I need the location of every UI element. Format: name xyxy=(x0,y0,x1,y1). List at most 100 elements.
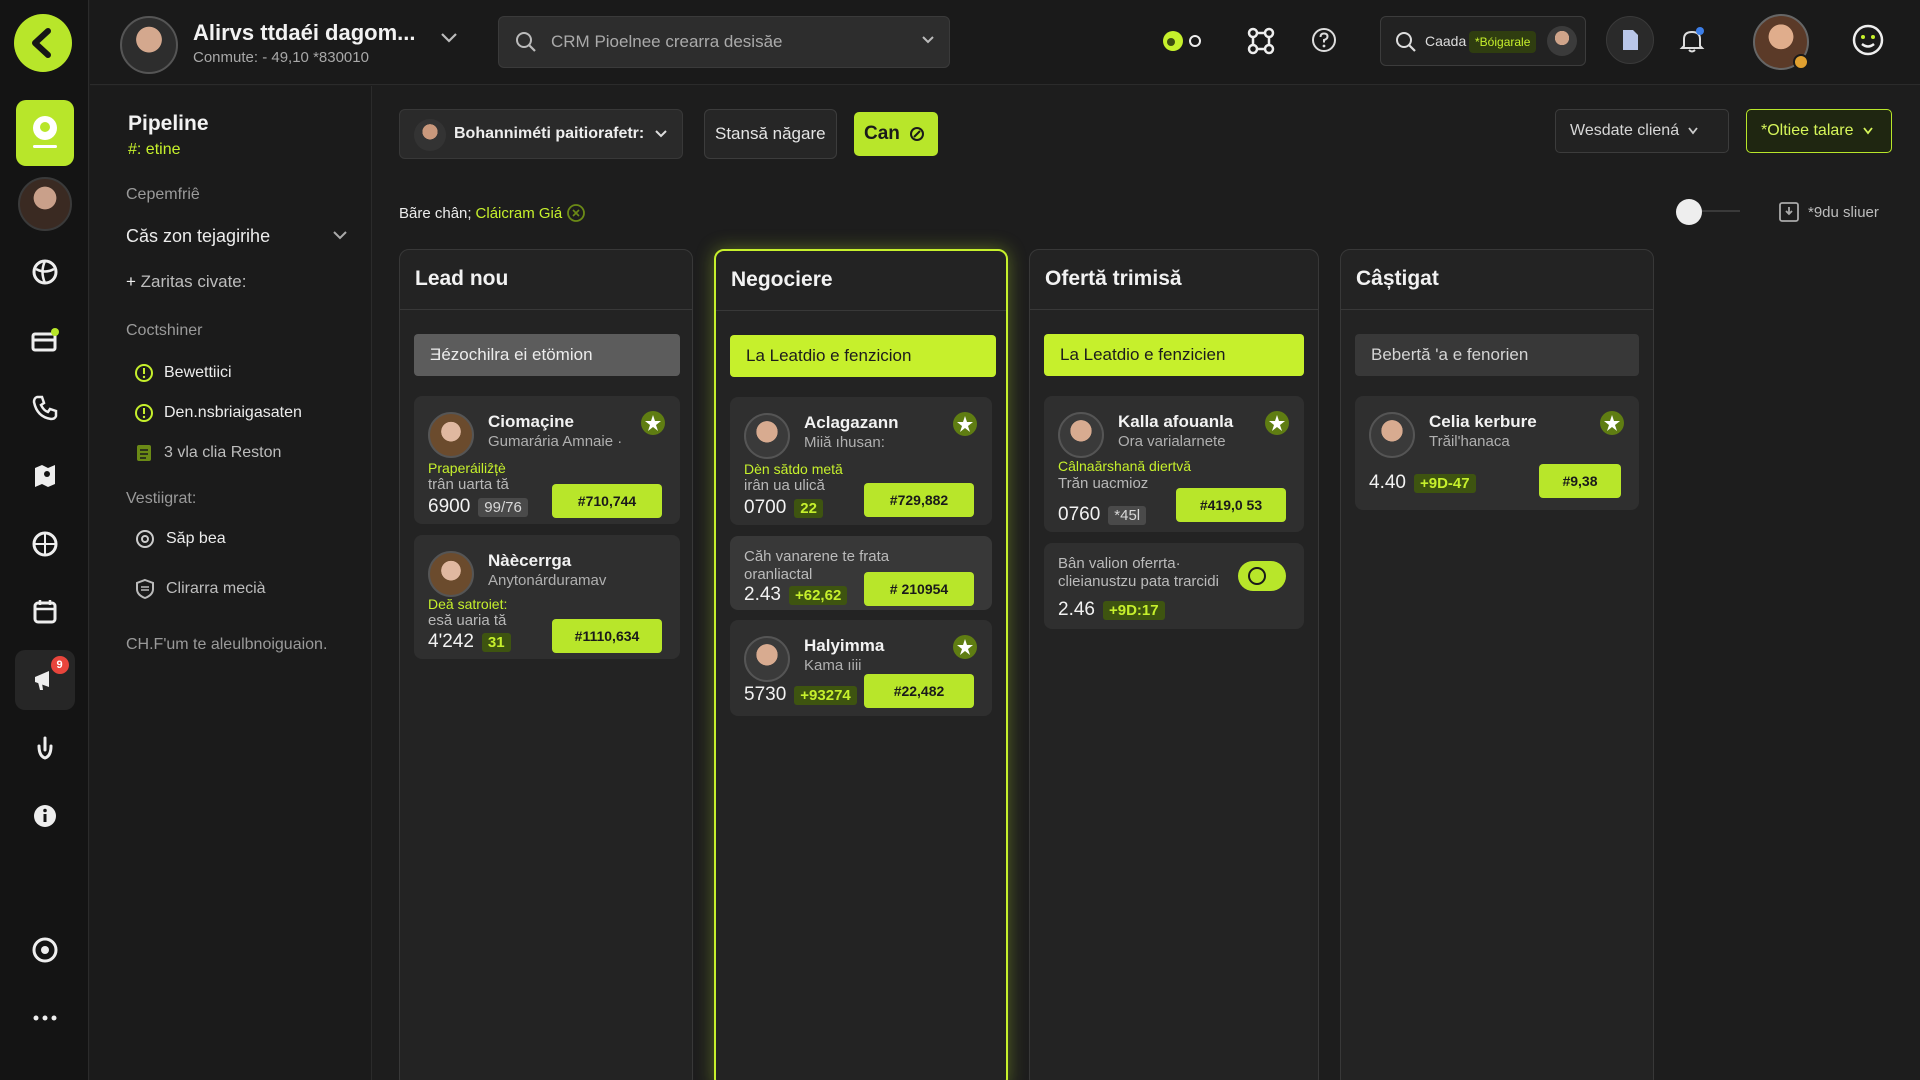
owner-filter-dropdown[interactable]: Bohanniméti paitiorafetr: xyxy=(399,109,683,159)
rail-pipeline[interactable] xyxy=(15,100,74,166)
contact-avatar xyxy=(744,413,790,459)
panel-item[interactable]: 3 vla clia Reston xyxy=(134,443,281,463)
deal-value-row: 6900 99/76 xyxy=(428,496,528,518)
panel-subtitle[interactable]: #: etine xyxy=(128,141,180,159)
star-icon[interactable] xyxy=(1599,410,1625,436)
deal-toggle[interactable] xyxy=(1238,561,1286,591)
chevron-down-icon xyxy=(332,230,348,240)
column-title: Lead nou xyxy=(400,250,692,310)
user-subtitle: Conmute: - 49,10 *830010 xyxy=(193,49,369,66)
download-icon xyxy=(1779,202,1799,222)
clear-filter-icon[interactable] xyxy=(566,203,586,223)
deal-value: 5730 xyxy=(744,684,787,705)
panel-link[interactable]: Clirarra mecià xyxy=(134,578,266,600)
help-icon[interactable] xyxy=(1310,26,1338,54)
view-toggle[interactable]: *9du sliuer xyxy=(1778,201,1879,223)
star-icon[interactable] xyxy=(640,410,666,436)
workspace-tag: *Bóigarale xyxy=(1469,31,1537,53)
smiley-icon[interactable] xyxy=(1850,22,1886,58)
panel-item-label: Den.nsbriaigasaten xyxy=(164,404,302,421)
integrations-icon[interactable] xyxy=(1246,26,1276,56)
zoom-slider-handle[interactable] xyxy=(1676,199,1702,225)
rail-world[interactable] xyxy=(15,514,75,574)
options-button[interactable]: *Oltiee talare xyxy=(1746,109,1892,153)
rail-inbox[interactable] xyxy=(15,310,75,370)
deal-card[interactable]: Căh vanarene te frata oranliactal 2.43 +… xyxy=(730,536,992,610)
filter-prefix: Bãre chân; xyxy=(399,204,472,222)
deal-card[interactable]: Kalla afouanla Ora varialarnete Câlnaărs… xyxy=(1044,396,1304,532)
stage-filter-pill[interactable]: Bebertă 'a e fenorien xyxy=(1355,334,1639,376)
deal-amount-badge[interactable]: #419,0 53 xyxy=(1176,488,1286,522)
user-menu-chevron-icon[interactable] xyxy=(440,32,458,44)
panel-link[interactable]: Săp bea xyxy=(134,528,226,550)
deal-card[interactable]: Ciomaçine Gumarária Amnaie · Praperáiliẑ… xyxy=(414,396,680,524)
rail-support[interactable] xyxy=(15,718,75,778)
deal-amount-badge[interactable]: #710,744 xyxy=(552,484,662,518)
panel-section-heading: Vestiigrat: xyxy=(126,490,197,507)
search-box[interactable] xyxy=(498,16,950,68)
deal-value: 2.43 xyxy=(744,584,781,605)
deal-card[interactable]: Nàècerrga Anytonárduramav Deă satroiet: … xyxy=(414,535,680,659)
panel-title: Pipeline xyxy=(128,112,209,135)
deal-value: 2.46 xyxy=(1058,599,1095,620)
panel-item[interactable]: Den.nsbriaigasaten xyxy=(134,403,302,423)
stage-settings-button[interactable]: Stansă năgare xyxy=(704,109,837,159)
rail-help[interactable] xyxy=(15,920,75,980)
star-icon[interactable] xyxy=(952,411,978,437)
pipeline-dropdown[interactable]: Căs zon tejagirihe xyxy=(126,226,348,247)
document-button[interactable] xyxy=(1606,16,1654,64)
create-deal-button[interactable]: Can xyxy=(854,112,938,156)
workspace-switcher[interactable]: Caada *Bóigarale xyxy=(1380,16,1586,66)
view-toggle-label: *9du sliuer xyxy=(1808,203,1879,221)
deal-note: Bân valion oferrta· clieianustzu pata tr… xyxy=(1058,555,1219,590)
back-arrow-icon xyxy=(32,28,51,58)
deal-amount-badge[interactable]: #1110,634 xyxy=(552,619,662,653)
contact-avatar xyxy=(1058,412,1104,458)
rail-calls[interactable] xyxy=(15,378,75,438)
deal-amount-badge[interactable]: # 210954 xyxy=(864,572,974,606)
deal-card[interactable]: Bân valion oferrta· clieianustzu pata tr… xyxy=(1044,543,1304,629)
contact-company: Trăil'hanaca xyxy=(1429,433,1510,450)
stage-filter-pill[interactable]: La Leatdio e fenzicien xyxy=(1044,334,1304,376)
stage-filter-pill[interactable]: La Leatdio e fenzicion xyxy=(730,335,996,377)
star-icon[interactable] xyxy=(952,634,978,660)
rail-notifications[interactable]: 9 xyxy=(14,650,75,710)
search-input[interactable] xyxy=(551,17,871,67)
notifications-button[interactable] xyxy=(1668,16,1716,64)
rail-more[interactable] xyxy=(15,988,75,1048)
filter-value[interactable]: Cláicram Giá xyxy=(476,205,563,222)
stage-filter-pill[interactable]: Ǝézochilra ei etömion xyxy=(414,334,680,376)
column-lead-nou: Lead nou Ǝézochilra ei etömion Ciomaçine… xyxy=(399,249,693,1080)
rail-globe[interactable] xyxy=(15,242,75,302)
add-stage-button[interactable]: + Zaritas civate: xyxy=(126,272,246,292)
deal-card[interactable]: Halyimma Kama ıiii 5730 +93274 #22,482 xyxy=(730,620,992,716)
contact-company: Miiă ıhusan: xyxy=(804,434,885,451)
deal-amount-badge[interactable]: #729,882 xyxy=(864,483,974,517)
deal-amount-badge[interactable]: #9,38 xyxy=(1539,464,1621,498)
contact-name: Celia kerbure xyxy=(1429,412,1537,431)
user-avatar[interactable] xyxy=(120,16,178,74)
deal-chip: +9D:17 xyxy=(1102,600,1165,620)
deal-value: 6900 xyxy=(428,496,471,517)
back-logo-button[interactable] xyxy=(14,14,72,72)
panel-item-label: Bewettiici xyxy=(164,364,232,381)
client-filter-button[interactable]: Wesdate cliená xyxy=(1555,109,1729,153)
status-toggle[interactable] xyxy=(1162,30,1204,52)
deal-chip: +9D-47 xyxy=(1413,473,1476,493)
panel-footer-note: CH.F'um te aleulbnoiguaion. xyxy=(126,636,328,653)
deal-card[interactable]: Celia kerbure Trăil'hanaca 4.40 +9D-47 #… xyxy=(1355,396,1639,510)
deal-value-row: 2.43 +62,62 xyxy=(744,584,848,606)
rail-calendar[interactable] xyxy=(15,582,75,642)
star-icon[interactable] xyxy=(1264,410,1290,436)
pipeline-board: Bohanniméti paitiorafetr: Stansă năgare … xyxy=(373,86,1920,1080)
rail-map[interactable] xyxy=(15,446,75,506)
deal-card[interactable]: Aclagazann Miiă ıhusan: Dèn sătdo metă i… xyxy=(730,397,992,525)
deal-value-row: 4.40 +9D-47 xyxy=(1369,472,1476,494)
deal-amount-badge[interactable]: #22,482 xyxy=(864,674,974,708)
globe-icon xyxy=(32,259,57,285)
user-name: Alirvs ttdaéi dagom... xyxy=(193,20,416,45)
rail-profile[interactable] xyxy=(15,174,75,234)
panel-item[interactable]: Bewettiici xyxy=(134,363,232,383)
search-dropdown-chevron-icon[interactable] xyxy=(921,35,935,45)
rail-info[interactable] xyxy=(15,786,75,846)
